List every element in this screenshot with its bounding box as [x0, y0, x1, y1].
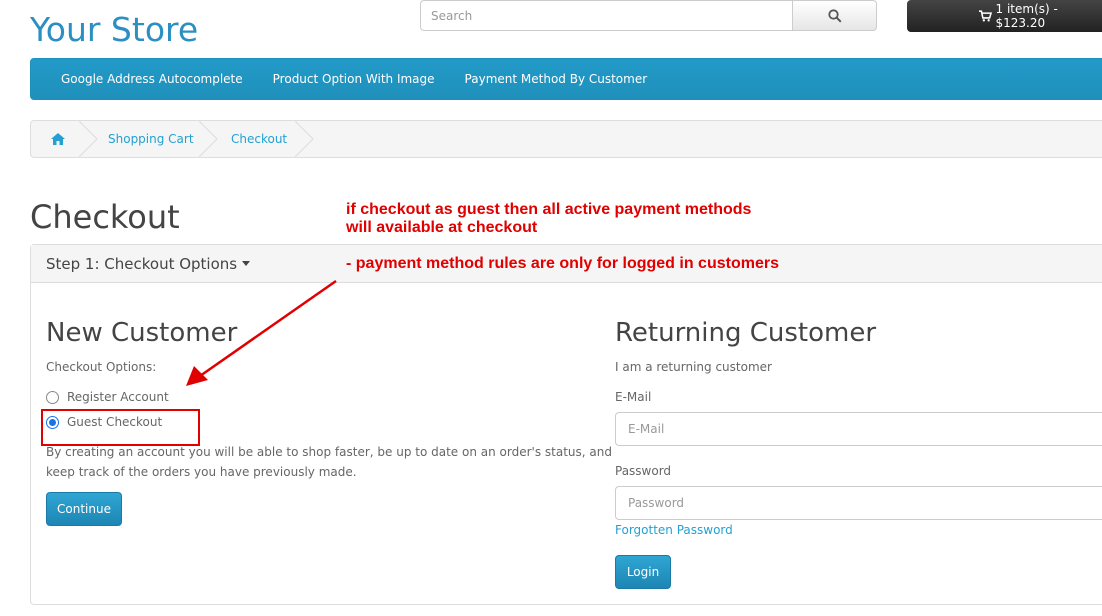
annotation-arrow-icon [186, 279, 337, 386]
email-label: E-Mail [615, 390, 652, 404]
shopping-cart-icon [979, 10, 992, 22]
email-field[interactable]: E-Mail [615, 412, 1102, 446]
login-button[interactable]: Login [615, 555, 671, 589]
continue-button[interactable]: Continue [46, 492, 122, 526]
breadcrumb: Shopping Cart Checkout [30, 120, 1102, 158]
account-description-line1: By creating an account you will be able … [46, 445, 612, 459]
step-title: Step 1: Checkout Options [46, 254, 238, 273]
forgotten-password-link[interactable]: Forgotten Password [615, 523, 733, 537]
breadcrumb-shopping-cart[interactable]: Shopping Cart [108, 121, 194, 157]
account-description-line2: keep track of the orders you have previo… [46, 465, 357, 479]
search-icon [827, 8, 842, 23]
main-menu: Google Address Autocomplete Product Opti… [30, 58, 1102, 100]
search-bar [420, 0, 877, 31]
breadcrumb-separator [199, 121, 218, 157]
returning-customer-heading: Returning Customer [615, 318, 877, 348]
cart-total: 1 item(s) - $123.20 [995, 2, 1058, 30]
breadcrumb-checkout[interactable]: Checkout [231, 121, 287, 157]
register-label: Register Account [67, 390, 169, 404]
register-account-option[interactable]: Register Account [46, 390, 169, 404]
annotation-guest-line1: if checkout as guest then all active pay… [346, 201, 752, 218]
search-input[interactable] [420, 0, 792, 31]
password-field[interactable]: Password [615, 486, 1102, 520]
returning-subtitle: I am a returning customer [615, 360, 772, 374]
menu-item-payment-method[interactable]: Payment Method By Customer [465, 72, 648, 86]
store-logo[interactable]: Your Store [30, 10, 198, 49]
menu-item-product-option[interactable]: Product Option With Image [273, 72, 435, 86]
annotation-highlight-box [41, 409, 200, 446]
breadcrumb-home[interactable] [51, 121, 65, 157]
annotation-guest-line2: will available at checkout [346, 219, 538, 236]
password-label: Password [615, 464, 672, 478]
page-title: Checkout [30, 198, 180, 236]
caret-down-icon [242, 261, 251, 266]
menu-item-google-address[interactable]: Google Address Autocomplete [61, 72, 243, 86]
cart-button[interactable]: 1 item(s) - $123.20 [907, 0, 1102, 32]
search-button[interactable] [792, 0, 877, 31]
home-icon [51, 133, 65, 145]
annotation-rules: - payment method rules are only for logg… [346, 255, 779, 272]
checkout-options-label: Checkout Options: [46, 360, 157, 374]
breadcrumb-separator [79, 121, 98, 157]
breadcrumb-separator [295, 121, 314, 157]
register-radio[interactable] [46, 390, 59, 404]
